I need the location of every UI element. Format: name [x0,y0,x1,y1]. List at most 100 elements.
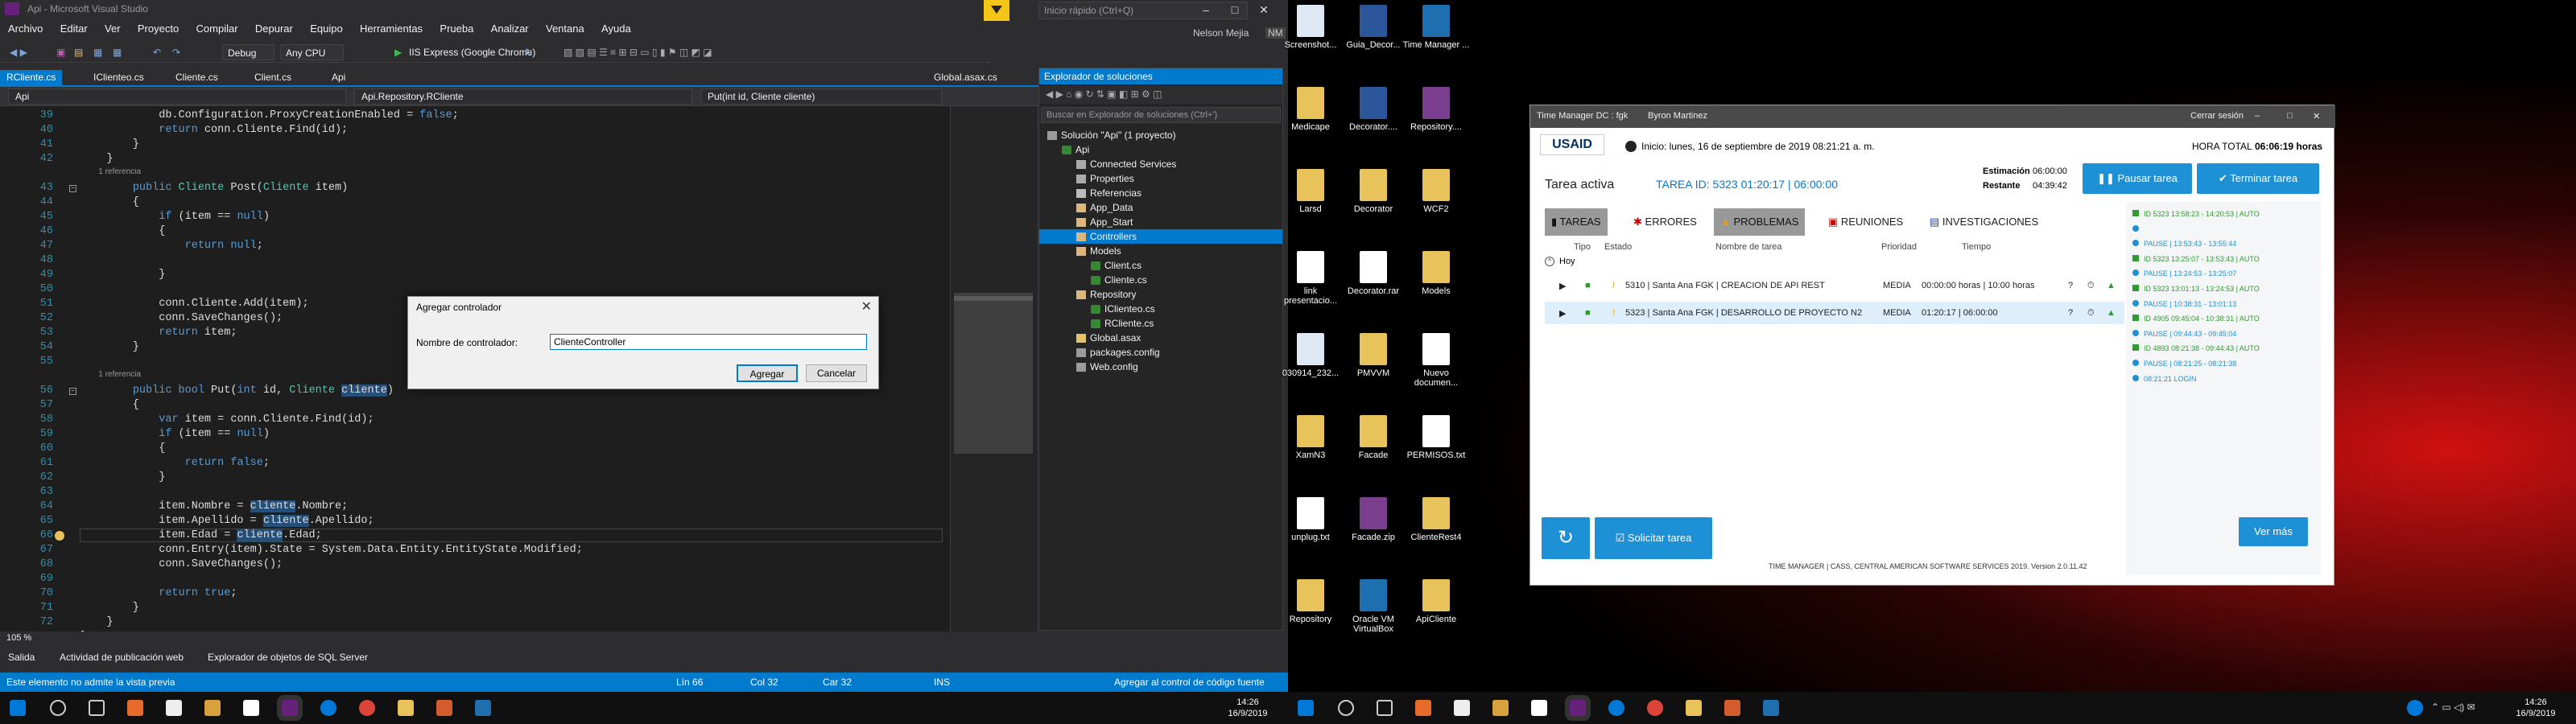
solution-item[interactable]: RCliente.cs [1039,316,1282,331]
task-view-icon[interactable] [1377,700,1393,716]
code-line[interactable]: item.Edad = cliente.Edad; [80,529,943,542]
desktop-icon[interactable]: Facade.zip [1340,497,1407,542]
mail-icon[interactable] [1454,700,1470,716]
skype-icon[interactable] [1608,700,1624,716]
desktop-icon[interactable]: Time Manager ... [1402,5,1470,50]
folder-icon[interactable] [1686,700,1702,716]
run-target-button[interactable]: IIS Express (Google Chrome) [409,44,535,60]
tray-icons[interactable]: ⌃ ▭ ◁) ✉ [2431,701,2475,713]
solution-item[interactable]: Connected Services [1039,157,1282,171]
code-line[interactable]: conn.Entry(item).State = System.Data.Ent… [80,544,583,556]
explorer-icon[interactable] [1492,700,1509,716]
play-icon[interactable]: ▶ [394,44,402,60]
desktop-icon[interactable]: Decorator.rar [1340,251,1407,296]
desktop-icon[interactable]: WCF2 [1402,169,1470,214]
code-line[interactable]: { [80,196,139,208]
search-icon[interactable] [1338,700,1354,716]
tab-global-asax[interactable]: Global.asax.cs [927,70,1004,86]
code-line[interactable]: { [80,442,165,455]
code-line[interactable]: db.Configuration.ProxyCreationEnabled = … [80,109,459,121]
store-icon[interactable] [243,700,259,716]
task-view-icon[interactable] [89,700,105,716]
solution-item[interactable]: Cliente.cs [1039,273,1282,287]
refresh-icon[interactable]: ↻ [525,44,533,60]
desktop-icon[interactable]: Models [1402,251,1470,296]
minimap-scrollbar[interactable] [950,106,1037,631]
desktop-icon[interactable]: Screenshot... [1277,5,1344,50]
code-line[interactable]: conn.Cliente.Add(item); [80,298,308,310]
code-line[interactable]: conn.SaveChanges(); [80,312,283,324]
cancel-button[interactable]: Cancelar [806,364,867,382]
chrome-icon[interactable] [359,700,375,716]
code-line[interactable]: item.Apellido = cliente.Apellido; [80,515,374,527]
refresh-button[interactable]: ↻ [1542,517,1590,559]
solution-item[interactable]: Solución "Api" (1 proyecto) [1039,128,1282,142]
menu-proyecto[interactable]: Proyecto [138,23,179,35]
solution-item[interactable]: packages.config [1039,345,1282,360]
solution-item[interactable]: IClienteo.cs [1039,302,1282,316]
code-line[interactable]: } [80,341,139,353]
code-line[interactable]: return false; [80,457,270,469]
tab-api[interactable]: Api [325,70,352,86]
code-line[interactable]: conn.SaveChanges(); [80,558,283,570]
menu-analizar[interactable]: Analizar [491,23,529,35]
app2-icon[interactable] [1724,700,1740,716]
redo-icon[interactable]: ↷ [172,44,180,60]
desktop-icon[interactable]: Oracle VM VirtualBox [1340,579,1407,634]
tab-publish-activity[interactable]: Actividad de publicación web [60,652,184,663]
desktop-icon[interactable]: Facade [1340,415,1407,460]
platform-select[interactable]: Any CPU [280,44,345,60]
project-dropdown[interactable]: Api [8,88,346,105]
fold-marker[interactable]: − [69,185,76,192]
solution-item[interactable]: Global.asax [1039,331,1282,345]
code-line[interactable]: } [80,153,113,165]
open-icon[interactable]: ▤ [74,44,83,60]
mail-icon[interactable] [166,700,182,716]
solution-toolbar-icons[interactable]: ◀ ▶ ⌂ ◉ ↻ ⇅ ▣ ◧ ⊞ ⚙ ◫ [1046,88,1162,100]
desktop-icon[interactable]: Repository [1277,579,1344,624]
desktop-icon[interactable]: Repository.... [1402,87,1470,132]
tab-client[interactable]: Client.cs [248,70,298,86]
add-button[interactable]: Agregar [737,364,798,382]
app-icon[interactable] [1415,700,1431,716]
store-icon[interactable] [1531,700,1547,716]
folder-icon[interactable] [398,700,414,716]
minimize-button[interactable]: – [1191,0,1220,19]
user-name[interactable]: Nelson Mejia [1193,27,1249,39]
undo-icon[interactable]: ↶ [153,44,161,60]
time-manager-taskbar-icon[interactable] [475,700,491,716]
class-dropdown[interactable]: Api.Repository.RCliente [354,88,692,105]
solution-item[interactable]: Properties [1039,171,1282,186]
clock-right[interactable]: 14:26 16/9/2019 [2512,697,2560,719]
code-line[interactable]: } [80,602,139,614]
fold-marker[interactable]: − [69,388,76,395]
desktop-icon[interactable]: ClienteRest4 [1402,497,1470,542]
desktop-icon[interactable]: Decorator.... [1340,87,1407,132]
config-select[interactable]: Debug [222,44,275,60]
desktop-icon[interactable]: PERMISOS.txt [1402,415,1470,460]
save-all-icon[interactable]: ▦ [113,44,122,60]
help-icon[interactable] [2407,700,2423,716]
menu-equipo[interactable]: Equipo [310,23,342,35]
desktop-icon[interactable]: ApiCliente [1402,579,1470,624]
maximize-button[interactable]: □ [1220,0,1249,19]
code-line[interactable]: public Cliente Post(Cliente item) [80,182,348,194]
tab-iclienteo[interactable]: IClienteo.cs [87,70,151,86]
menu-archivo[interactable]: Archivo [8,23,43,35]
solution-item[interactable]: Client.cs [1039,258,1282,273]
search-icon[interactable] [50,700,66,716]
desktop-icon[interactable]: Guia_Decor... [1340,5,1407,50]
close-icon[interactable]: ✕ [861,298,872,315]
menu-editar[interactable]: Editar [60,23,88,35]
explorer-icon[interactable] [204,700,221,716]
desktop-icon[interactable]: unplug.txt [1277,497,1344,542]
desktop-icon[interactable]: PMVVM [1340,333,1407,378]
code-line[interactable]: return true; [80,587,237,599]
filter-icon[interactable] [984,0,1009,21]
desktop-icon[interactable]: Larsd [1277,169,1344,214]
code-line[interactable]: return item; [80,327,237,339]
code-line[interactable]: } [80,138,139,150]
menu-ver[interactable]: Ver [105,23,121,35]
time-manager-taskbar-icon[interactable] [1763,700,1779,716]
start-icon[interactable] [1298,700,1314,716]
